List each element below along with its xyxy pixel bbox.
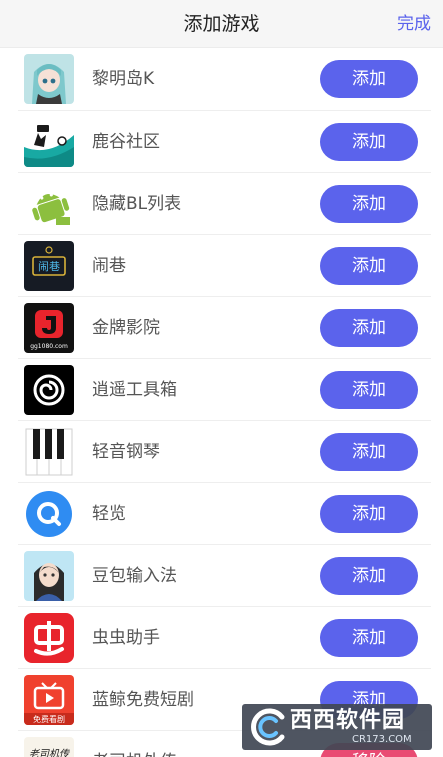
app-name: 老司机外传 (92, 731, 177, 757)
chongchong-icon (24, 613, 74, 663)
add-button[interactable]: 添加 (320, 371, 418, 409)
list-item: 逍遥工具箱 添加 (18, 359, 431, 421)
app-name: 黎明岛K (92, 69, 155, 89)
app-name: 轻音钢琴 (92, 442, 160, 462)
gold-cinema-icon: gg1080.com (24, 303, 74, 353)
list-item: 豆包输入法 添加 (18, 545, 431, 607)
spiral-icon (24, 365, 74, 415)
add-button[interactable]: 添加 (320, 185, 418, 223)
add-button[interactable]: 添加 (320, 123, 418, 161)
app-name: 豆包输入法 (92, 566, 177, 586)
add-button[interactable]: 添加 (320, 557, 418, 595)
add-button[interactable]: 添加 (320, 60, 418, 98)
watermark-logo-icon (251, 708, 285, 746)
anime-girl-icon (24, 54, 74, 104)
calligraphy-text: 老司机传 (29, 748, 70, 757)
android-robot-icon (24, 179, 74, 229)
calligraphy-icon: 老司机传 (24, 737, 74, 757)
add-button[interactable]: 添加 (320, 309, 418, 347)
app-name: 闹巷 (92, 256, 126, 276)
done-button[interactable]: 完成 (397, 0, 431, 48)
list-item: 黎明岛K 添加 (18, 48, 431, 111)
tv-icon: 免费看剧 (24, 675, 74, 725)
add-button[interactable]: 添加 (320, 433, 418, 471)
app-name: 鹿谷社区 (92, 132, 160, 152)
add-button[interactable]: 添加 (320, 495, 418, 533)
list-item: 虫虫助手 添加 (18, 607, 431, 669)
app-name: 蓝鲸免费短剧 (92, 690, 194, 710)
watermark-url: CR173.COM (352, 734, 412, 745)
list-item: 隐藏BL列表 添加 (18, 173, 431, 235)
list-item: 闹巷 闹巷 添加 (18, 235, 431, 297)
search-q-icon (24, 489, 74, 539)
app-name: 隐藏BL列表 (92, 194, 182, 214)
app-name: 虫虫助手 (92, 628, 160, 648)
list-item: gg1080.com 金牌影院 添加 (18, 297, 431, 359)
list-item: 鹿谷社区 添加 (18, 111, 431, 173)
girl-avatar-icon (24, 551, 74, 601)
gold-cinema-text: gg1080.com (30, 343, 68, 350)
tv-icon-text: 免费看剧 (33, 714, 65, 724)
list-item: 轻音钢琴 添加 (18, 421, 431, 483)
add-button[interactable]: 添加 (320, 619, 418, 657)
app-name: 金牌影院 (92, 318, 160, 338)
add-button[interactable]: 添加 (320, 247, 418, 285)
app-name: 轻览 (92, 504, 126, 524)
neon-sign-icon: 闹巷 (24, 241, 74, 291)
top-bar: 添加游戏 完成 (0, 0, 443, 48)
neon-sign-text: 闹巷 (38, 260, 60, 273)
piano-keys-icon (24, 427, 74, 477)
watermark: 西西软件园 CR173.COM (242, 704, 432, 750)
list-item: 轻览 添加 (18, 483, 431, 545)
deer-valley-icon (24, 117, 74, 167)
app-name: 逍遥工具箱 (92, 380, 177, 400)
app-list: 黎明岛K 添加 鹿谷社区 添加 隐藏BL列表 添加 闹巷 闹巷 添加 gg108… (0, 48, 443, 757)
watermark-text: 西西软件园 (290, 708, 406, 733)
page-title: 添加游戏 (183, 13, 260, 35)
